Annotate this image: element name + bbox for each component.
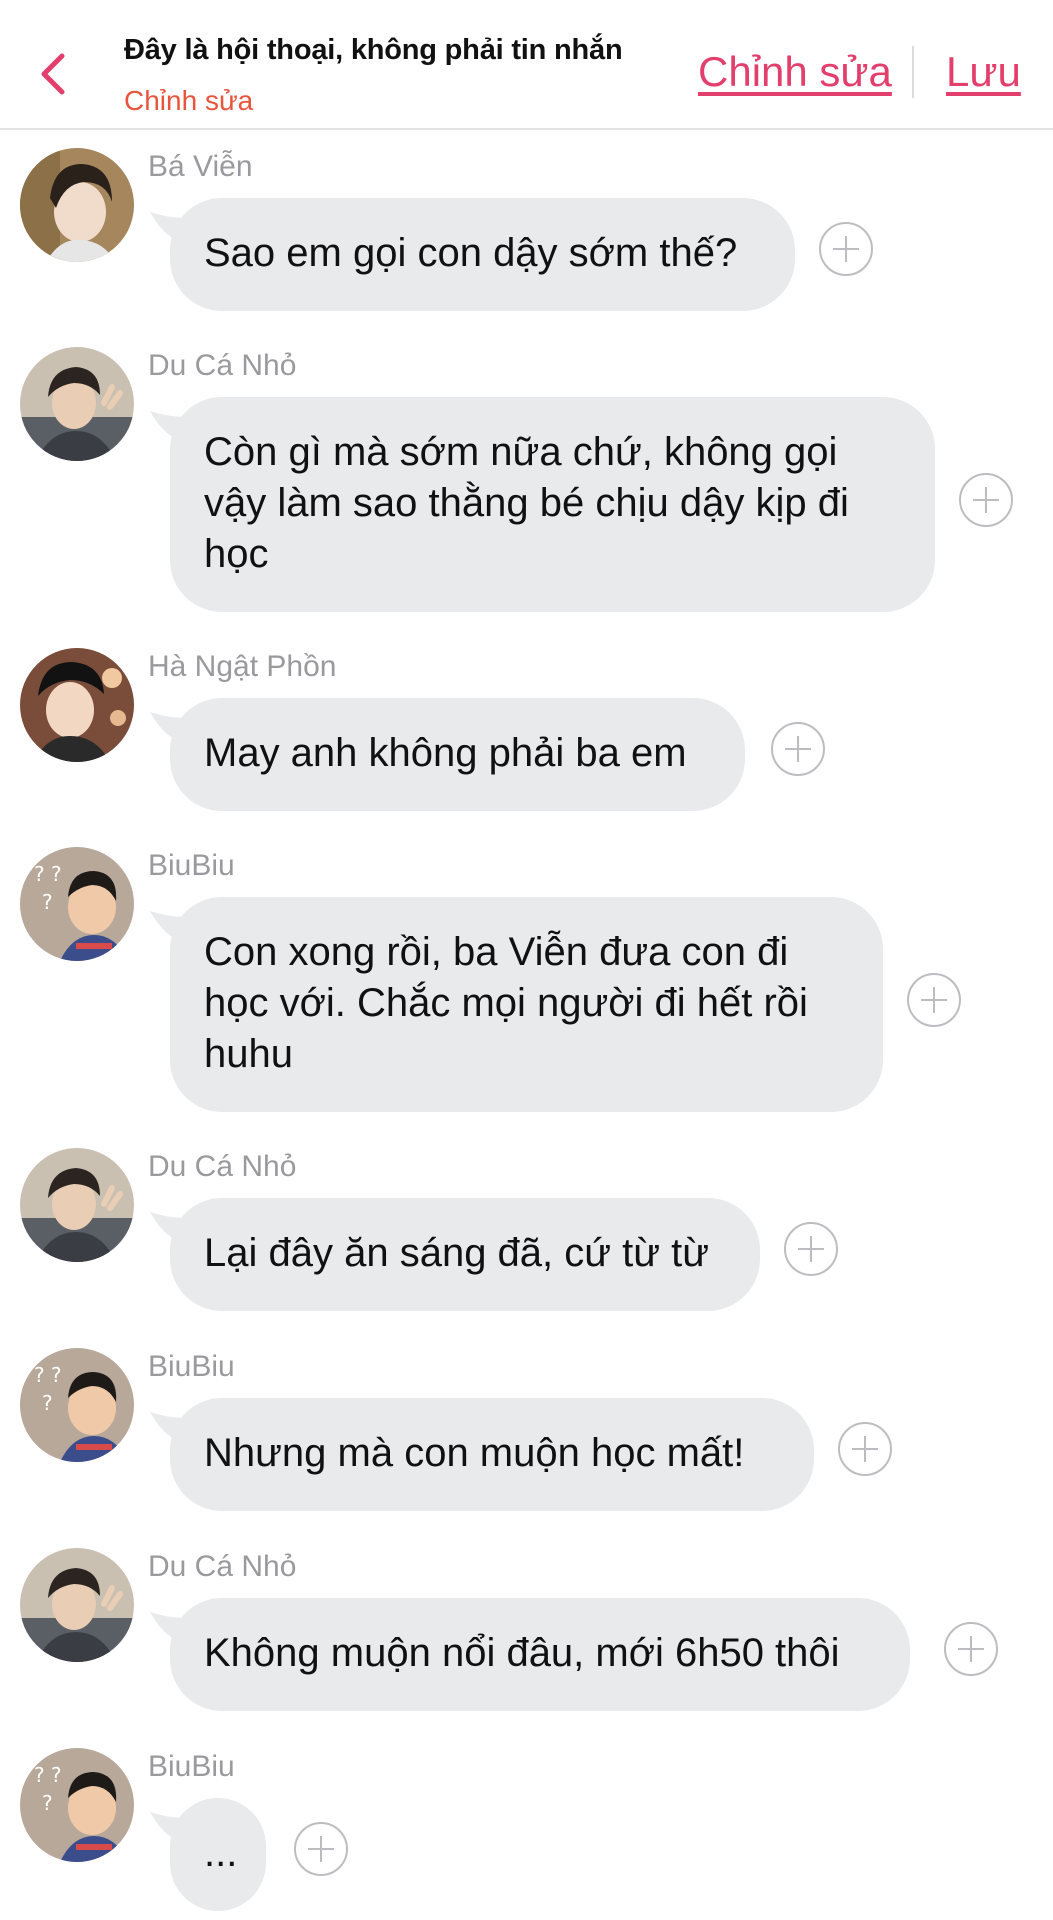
back-button[interactable] — [30, 42, 80, 102]
message-bubble[interactable]: ... — [170, 1798, 266, 1911]
add-reply-button[interactable] — [959, 473, 1013, 527]
sender-name: Hà Ngật Phồn — [148, 650, 337, 683]
add-reply-button[interactable] — [907, 973, 961, 1027]
avatar-biubiu[interactable]: ? ? ? — [20, 847, 134, 961]
svg-text:?: ? — [42, 1791, 53, 1815]
add-reply-button[interactable] — [819, 222, 873, 276]
add-reply-button[interactable] — [838, 1422, 892, 1476]
message-bubble[interactable]: Không muộn nổi đâu, mới 6h50 thôi — [170, 1598, 910, 1711]
top-nav-bar: Đây là hội thoại, không phải tin nhắn Ch… — [0, 0, 1053, 130]
header-divider — [912, 46, 914, 98]
avatar-photo: ? ? ? — [20, 1748, 134, 1862]
svg-text:? ?: ? ? — [34, 1363, 62, 1387]
add-reply-button[interactable] — [944, 1622, 998, 1676]
message-bubble[interactable]: Lại đây ăn sáng đã, cứ từ từ — [170, 1198, 760, 1311]
svg-text:? ?: ? ? — [34, 862, 62, 886]
message-bubble[interactable]: May anh không phải ba em — [170, 698, 745, 811]
add-reply-button[interactable] — [771, 722, 825, 776]
sender-name: Bá Viễn — [148, 150, 253, 183]
save-button[interactable]: Lưu — [946, 48, 1021, 96]
message-bubble[interactable]: Còn gì mà sớm nữa chứ, không gọi vậy làm… — [170, 397, 935, 612]
avatar-photo — [20, 148, 134, 262]
avatar-ha-ngat-phon[interactable] — [20, 648, 134, 762]
avatar-ba-vien[interactable] — [20, 148, 134, 262]
message-bubble[interactable]: Nhưng mà con muộn học mất! — [170, 1398, 814, 1511]
avatar-photo — [20, 347, 134, 461]
sender-name: Du Cá Nhỏ — [148, 1150, 297, 1183]
avatar-photo: ? ? ? — [20, 847, 134, 961]
avatar-photo — [20, 1148, 134, 1262]
page-title: Đây là hội thoại, không phải tin nhắn — [124, 34, 623, 66]
svg-text:? ?: ? ? — [34, 1763, 62, 1787]
avatar-biubiu[interactable]: ? ? ? — [20, 1748, 134, 1862]
avatar-du-ca-nho[interactable] — [20, 1148, 134, 1262]
sender-name: BiuBiu — [148, 1750, 235, 1783]
svg-text:?: ? — [42, 890, 53, 914]
message-bubble[interactable]: Sao em gọi con dậy sớm thế? — [170, 198, 795, 311]
sender-name: BiuBiu — [148, 849, 235, 882]
chevron-left-icon — [41, 53, 65, 95]
edit-button[interactable]: Chỉnh sửa — [698, 48, 892, 96]
add-reply-button[interactable] — [784, 1222, 838, 1276]
svg-text:?: ? — [42, 1391, 53, 1415]
avatar-biubiu[interactable]: ? ? ? — [20, 1348, 134, 1462]
message-bubble[interactable]: Con xong rồi, ba Viễn đưa con đi học với… — [170, 897, 883, 1112]
sender-name: BiuBiu — [148, 1350, 235, 1383]
add-reply-button[interactable] — [294, 1822, 348, 1876]
subtitle-edit-link[interactable]: Chỉnh sửa — [124, 85, 684, 117]
avatar-du-ca-nho[interactable] — [20, 347, 134, 461]
avatar-photo — [20, 648, 134, 762]
sender-name: Du Cá Nhỏ — [148, 349, 297, 382]
avatar-du-ca-nho[interactable] — [20, 1548, 134, 1662]
avatar-photo: ? ? ? — [20, 1348, 134, 1462]
avatar-photo — [20, 1548, 134, 1662]
sender-name: Du Cá Nhỏ — [148, 1550, 297, 1583]
